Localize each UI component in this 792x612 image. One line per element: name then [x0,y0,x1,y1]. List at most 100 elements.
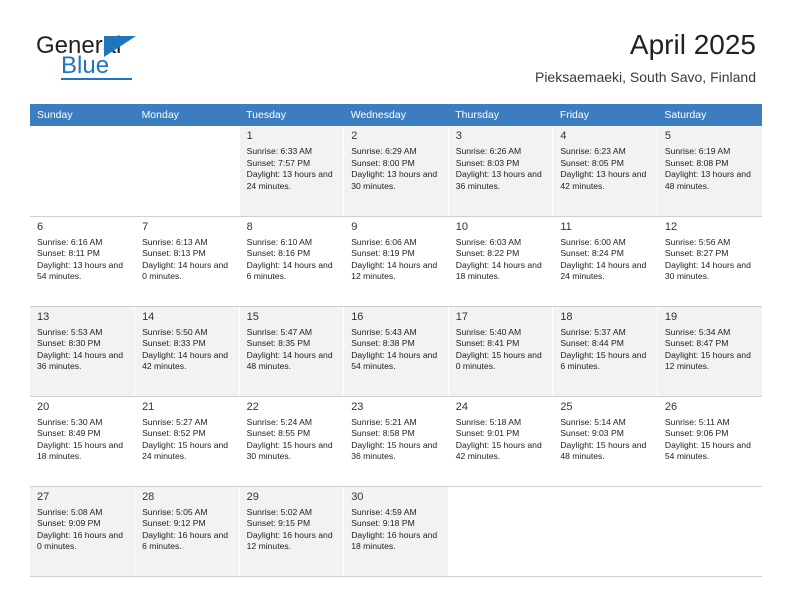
daylight-text: Daylight: 15 hours and 12 minutes. [664,349,751,372]
calendar-day-cell[interactable]: 3 Sunrise: 6:26 AM Sunset: 8:03 PM Daylight… [448,126,554,217]
calendar-day-cell[interactable]: 14 Sunrise: 5:50 AM Sunset: 8:33 PM Dayligh… [134,306,240,397]
day-cell-content: 17 Sunrise: 5:40 AM Sunset: 8:41 PM Dayligh… [449,307,553,373]
day-sun-info: Sunrise: 5:08 AM Sunset: 9:09 PM Daylight:… [37,507,128,553]
day-cell-content: 26 Sunrise: 5:11 AM Sunset: 9:06 PM Dayligh… [658,397,762,463]
sunset-text: Sunset: 8:58 PM [351,428,415,439]
day-sun-info: Sunrise: 6:29 AM Sunset: 8:00 PM Daylight:… [351,146,442,192]
day-number: 1 [246,130,253,142]
day-number: 30 [351,490,364,503]
daylight-text: Daylight: 15 hours and 18 minutes. [37,439,123,462]
day-number: 8 [246,220,253,233]
daylight-text: Daylight: 13 hours and 54 minutes. [37,259,123,282]
sunset-text: Sunset: 8:03 PM [455,157,520,168]
daylight-text: Daylight: 15 hours and 54 minutes. [664,439,751,462]
calendar-day-cell[interactable]: 16 Sunrise: 5:43 AM Sunset: 8:38 PM Dayligh… [343,306,449,397]
title-block: April 2025 Pieksaemaeki, South Savo, Fin… [535,28,756,86]
calendar-day-cell[interactable]: 8 Sunrise: 6:10 AM Sunset: 8:16 PM Daylight… [239,216,345,307]
day-cell-content: 9 Sunrise: 6:06 AM Sunset: 8:19 PM Daylight… [344,217,448,283]
calendar-day-cell[interactable]: 22 Sunrise: 5:24 AM Sunset: 8:55 PM Dayligh… [239,396,345,487]
calendar-day-cell[interactable]: 23 Sunrise: 5:21 AM Sunset: 8:58 PM Dayligh… [343,396,449,487]
day-sun-info: Sunrise: 6:06 AM Sunset: 8:19 PM Daylight:… [351,237,442,283]
day-number: 15 [246,310,259,323]
day-cell-content: 16 Sunrise: 5:43 AM Sunset: 8:38 PM Dayligh… [344,307,448,373]
day-cell-content: 1 Sunrise: 6:33 AM Sunset: 7:57 PM Daylight… [240,126,344,192]
calendar-day-cell[interactable]: 10 Sunrise: 6:03 AM Sunset: 8:22 PM Dayligh… [448,216,554,307]
calendar-day-cell[interactable]: 30 Sunrise: 4:59 AM Sunset: 9:18 PM Dayligh… [343,486,449,577]
day-number: 21 [142,400,155,413]
general-blue-logo[interactable]: General Blue [36,34,196,82]
weekday-header-saturday: Saturday [657,104,762,126]
calendar-day-cell[interactable]: 13 Sunrise: 5:53 AM Sunset: 8:30 PM Dayligh… [30,306,136,397]
calendar-day-cell[interactable]: 12 Sunrise: 5:56 AM Sunset: 8:27 PM Dayligh… [657,216,762,307]
sunrise-text: Sunrise: 6:06 AM [351,236,417,247]
calendar-day-cell[interactable]: 9 Sunrise: 6:06 AM Sunset: 8:19 PM Daylight… [343,216,449,307]
daylight-text: Daylight: 15 hours and 24 minutes. [142,439,229,462]
day-cell-content: 10 Sunrise: 6:03 AM Sunset: 8:22 PM Dayligh… [449,217,553,283]
day-cell-content: 5 Sunrise: 6:19 AM Sunset: 8:08 PM Daylight… [658,126,762,192]
calendar-day-cell[interactable]: 28 Sunrise: 5:05 AM Sunset: 9:12 PM Dayligh… [134,486,240,577]
day-number: 12 [664,220,678,233]
calendar-day-cell[interactable]: 1 Sunrise: 6:33 AM Sunset: 7:57 PM Daylight… [239,126,345,217]
day-sun-info: Sunrise: 6:10 AM Sunset: 8:16 PM Daylight:… [247,237,338,283]
sunset-text: Sunset: 8:49 PM [37,428,101,439]
calendar-cell-empty [134,126,240,217]
calendar-day-cell[interactable]: 24 Sunrise: 5:18 AM Sunset: 9:01 PM Dayligh… [448,396,554,487]
calendar-day-cell[interactable]: 7 Sunrise: 6:13 AM Sunset: 8:13 PM Daylight… [134,216,240,307]
day-sun-info: Sunrise: 5:21 AM Sunset: 8:58 PM Daylight:… [351,417,442,463]
day-number: 24 [455,400,468,413]
day-number: 17 [455,310,468,323]
sunset-text: Sunset: 8:16 PM [246,248,311,259]
calendar-day-cell[interactable]: 29 Sunrise: 5:02 AM Sunset: 9:15 PM Dayligh… [239,486,345,577]
sunset-text: Sunset: 8:05 PM [560,157,624,168]
day-cell-content: 11 Sunrise: 6:00 AM Sunset: 8:24 PM Dayligh… [553,217,657,283]
daylight-text: Daylight: 13 hours and 48 minutes. [664,169,751,191]
calendar-day-cell[interactable]: 25 Sunrise: 5:14 AM Sunset: 9:03 PM Dayligh… [552,396,658,487]
day-number: 2 [351,130,358,142]
day-cell-content: 19 Sunrise: 5:34 AM Sunset: 8:47 PM Dayligh… [658,307,762,373]
day-cell-content: 24 Sunrise: 5:18 AM Sunset: 9:01 PM Dayligh… [449,397,553,463]
calendar-day-cell[interactable]: 20 Sunrise: 5:30 AM Sunset: 8:49 PM Dayligh… [30,396,136,487]
day-cell-content: 3 Sunrise: 6:26 AM Sunset: 8:03 PM Daylight… [449,126,553,192]
calendar-day-cell[interactable]: 2 Sunrise: 6:29 AM Sunset: 8:00 PM Daylight… [343,126,449,217]
calendar-day-cell[interactable]: 19 Sunrise: 5:34 AM Sunset: 8:47 PM Dayligh… [657,306,762,397]
sunrise-text: Sunrise: 4:59 AM [351,506,417,517]
calendar-day-cell[interactable]: 5 Sunrise: 6:19 AM Sunset: 8:08 PM Daylight… [657,126,762,217]
sunrise-text: Sunrise: 5:05 AM [142,506,208,517]
daylight-text: Daylight: 16 hours and 6 minutes. [142,529,229,552]
day-sun-info: Sunrise: 5:50 AM Sunset: 8:33 PM Daylight:… [142,327,233,373]
daylight-text: Daylight: 14 hours and 48 minutes. [246,349,333,372]
daylight-text: Daylight: 15 hours and 0 minutes. [455,349,542,372]
day-number: 11 [560,220,572,233]
sunrise-text: Sunrise: 5:40 AM [455,326,522,337]
calendar-day-cell[interactable]: 27 Sunrise: 5:08 AM Sunset: 9:09 PM Dayligh… [30,486,136,577]
sunrise-text: Sunrise: 6:29 AM [351,146,417,156]
weekday-header-tuesday: Tuesday [239,104,344,126]
calendar-day-cell[interactable]: 18 Sunrise: 5:37 AM Sunset: 8:44 PM Dayligh… [552,306,658,397]
sunrise-text: Sunrise: 6:03 AM [455,236,522,247]
day-sun-info: Sunrise: 5:34 AM Sunset: 8:47 PM Daylight:… [665,327,756,373]
daylight-text: Daylight: 14 hours and 36 minutes. [37,349,123,372]
calendar-day-cell[interactable]: 17 Sunrise: 5:40 AM Sunset: 8:41 PM Dayligh… [448,306,554,397]
sunset-text: Sunset: 8:11 PM [37,248,100,259]
sunrise-text: Sunrise: 5:30 AM [37,416,103,427]
calendar-day-cell[interactable]: 26 Sunrise: 5:11 AM Sunset: 9:06 PM Dayligh… [657,396,762,487]
day-sun-info: Sunrise: 6:13 AM Sunset: 8:13 PM Daylight:… [142,237,233,283]
day-number: 28 [142,490,155,503]
sunrise-text: Sunrise: 5:43 AM [351,326,417,337]
day-cell-content: 21 Sunrise: 5:27 AM Sunset: 8:52 PM Dayligh… [135,397,239,463]
calendar-day-cell[interactable]: 11 Sunrise: 6:00 AM Sunset: 8:24 PM Dayligh… [552,216,658,307]
calendar-day-cell[interactable]: 4 Sunrise: 6:23 AM Sunset: 8:05 PM Daylight… [552,126,658,217]
sunset-text: Sunset: 8:00 PM [351,157,415,168]
calendar-day-cell[interactable]: 15 Sunrise: 5:47 AM Sunset: 8:35 PM Dayligh… [239,306,345,397]
day-number: 19 [664,310,678,323]
calendar-cell-empty [30,126,136,217]
daylight-text: Daylight: 14 hours and 12 minutes. [351,259,438,282]
day-cell-content: 23 Sunrise: 5:21 AM Sunset: 8:58 PM Dayligh… [344,397,448,463]
daylight-text: Daylight: 15 hours and 36 minutes. [351,439,438,462]
calendar-day-cell[interactable]: 21 Sunrise: 5:27 AM Sunset: 8:52 PM Dayligh… [134,396,240,487]
calendar-day-cell[interactable]: 6 Sunrise: 6:16 AM Sunset: 8:11 PM Daylight… [30,216,136,307]
day-sun-info: Sunrise: 5:05 AM Sunset: 9:12 PM Daylight:… [142,507,233,553]
sunrise-text: Sunrise: 6:10 AM [246,236,313,247]
day-sun-info: Sunrise: 5:18 AM Sunset: 9:01 PM Daylight:… [456,417,547,463]
day-number: 3 [455,130,462,142]
